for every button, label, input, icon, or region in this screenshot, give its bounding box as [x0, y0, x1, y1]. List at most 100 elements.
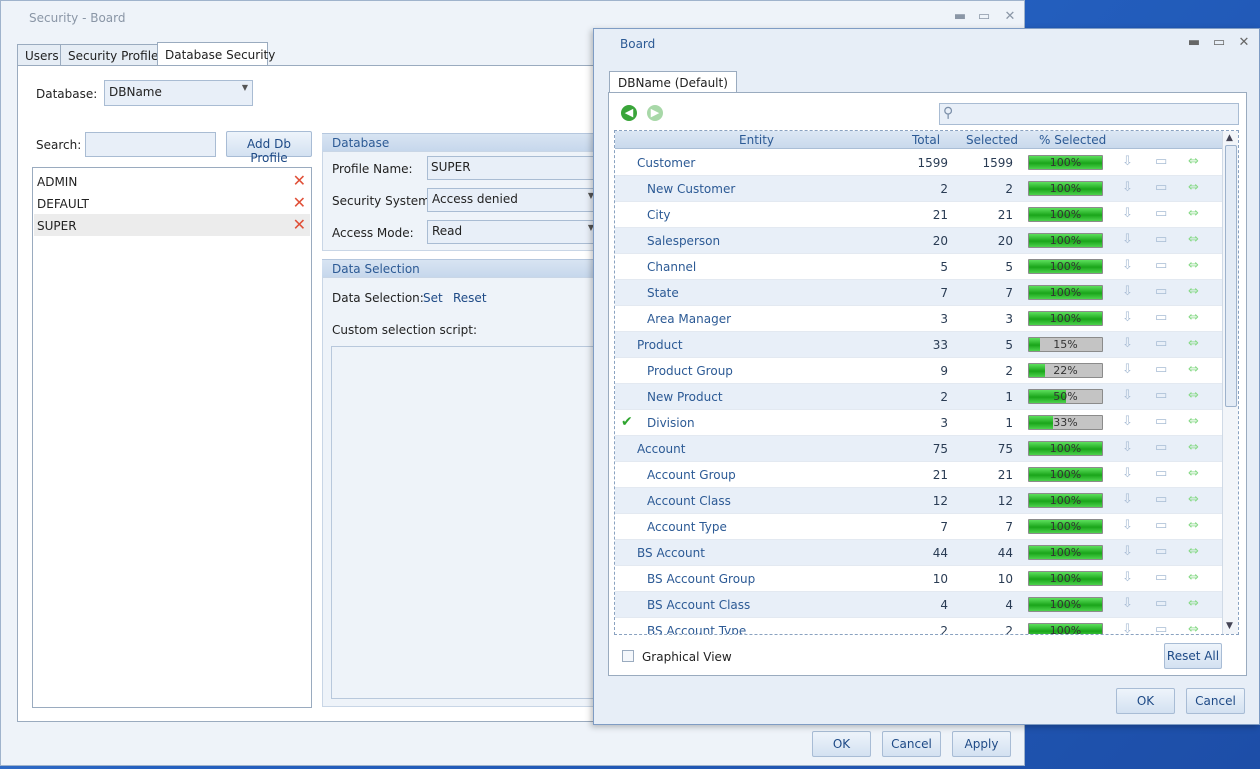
download-arrow-icon[interactable]: ⇩ — [1122, 518, 1133, 533]
profile-name-field[interactable]: SUPER — [427, 156, 599, 180]
scroll-up-icon[interactable]: ▲ — [1226, 133, 1233, 143]
tab-dbname-default[interactable]: DBName (Default) — [609, 71, 737, 93]
custom-script-textarea[interactable] — [331, 346, 611, 699]
back-arrow-icon[interactable]: ◀ — [621, 105, 637, 121]
double-arrow-icon[interactable]: ⇔ — [1188, 622, 1199, 634]
camera-icon[interactable]: ▭ — [1155, 596, 1167, 611]
camera-icon[interactable]: ▭ — [1155, 310, 1167, 325]
grid-row[interactable]: Product 33 5 15% ⇩ ▭ ⇔ — [615, 332, 1222, 358]
double-arrow-icon[interactable]: ⇔ — [1188, 570, 1199, 585]
add-db-profile-button[interactable]: Add Db Profile — [226, 131, 312, 165]
maximize-icon[interactable]: ▭ — [976, 9, 992, 24]
grid-row[interactable]: City 21 21 100% ⇩ ▭ ⇔ — [615, 202, 1222, 228]
grid-row[interactable]: New Customer 2 2 100% ⇩ ▭ ⇔ — [615, 176, 1222, 202]
download-arrow-icon[interactable]: ⇩ — [1122, 284, 1133, 299]
profile-item-default[interactable]: DEFAULT ✕ — [34, 192, 310, 214]
download-arrow-icon[interactable]: ⇩ — [1122, 154, 1133, 169]
camera-icon[interactable]: ▭ — [1155, 518, 1167, 533]
double-arrow-icon[interactable]: ⇔ — [1188, 284, 1199, 299]
delete-icon[interactable]: ✕ — [293, 193, 306, 212]
grid-row[interactable]: Account Group 21 21 100% ⇩ ▭ ⇔ — [615, 462, 1222, 488]
forward-arrow-icon[interactable]: ▶ — [647, 105, 663, 121]
board-ok-button[interactable]: OK — [1116, 688, 1175, 714]
camera-icon[interactable]: ▭ — [1155, 570, 1167, 585]
grid-row[interactable]: BS Account 44 44 100% ⇩ ▭ ⇔ — [615, 540, 1222, 566]
grid-row[interactable]: New Product 2 1 50% ⇩ ▭ ⇔ — [615, 384, 1222, 410]
grid-row[interactable]: Account Class 12 12 100% ⇩ ▭ ⇔ — [615, 488, 1222, 514]
grid-vertical-scrollbar[interactable]: ▲ ▼ — [1222, 131, 1238, 634]
download-arrow-icon[interactable]: ⇩ — [1122, 440, 1133, 455]
tab-security-profiles[interactable]: Security Profiles — [60, 44, 165, 66]
download-arrow-icon[interactable]: ⇩ — [1122, 388, 1133, 403]
grid-row[interactable]: ✔ Division 3 1 33% ⇩ ▭ ⇔ — [615, 410, 1222, 436]
download-arrow-icon[interactable]: ⇩ — [1122, 622, 1133, 634]
database-select[interactable]: DBName ▼ — [104, 80, 253, 106]
download-arrow-icon[interactable]: ⇩ — [1122, 336, 1133, 351]
reset-link[interactable]: Reset — [453, 291, 487, 305]
reset-all-button[interactable]: Reset All — [1164, 643, 1222, 669]
double-arrow-icon[interactable]: ⇔ — [1188, 310, 1199, 325]
grid-row[interactable]: Area Manager 3 3 100% ⇩ ▭ ⇔ — [615, 306, 1222, 332]
camera-icon[interactable]: ▭ — [1155, 362, 1167, 377]
camera-icon[interactable]: ▭ — [1155, 466, 1167, 481]
entity-search-input[interactable]: ⚲ — [939, 103, 1239, 125]
double-arrow-icon[interactable]: ⇔ — [1188, 518, 1199, 533]
grid-row[interactable]: BS Account Group 10 10 100% ⇩ ▭ ⇔ — [615, 566, 1222, 592]
minimize-icon[interactable]: ▬ — [952, 9, 968, 24]
camera-icon[interactable]: ▭ — [1155, 414, 1167, 429]
access-mode-select[interactable]: Read ▼ — [427, 220, 599, 244]
col-pct-selected[interactable]: % Selected — [1039, 133, 1106, 147]
download-arrow-icon[interactable]: ⇩ — [1122, 310, 1133, 325]
camera-icon[interactable]: ▭ — [1155, 284, 1167, 299]
camera-icon[interactable]: ▭ — [1155, 258, 1167, 273]
download-arrow-icon[interactable]: ⇩ — [1122, 544, 1133, 559]
delete-icon[interactable]: ✕ — [293, 171, 306, 190]
camera-icon[interactable]: ▭ — [1155, 154, 1167, 169]
close-icon[interactable]: ✕ — [1002, 9, 1018, 24]
grid-row[interactable]: BS Account Type 2 2 100% ⇩ ▭ ⇔ — [615, 618, 1222, 634]
security-system-select[interactable]: Access denied ▼ — [427, 188, 599, 212]
graphical-view-checkbox[interactable] — [622, 650, 634, 662]
download-arrow-icon[interactable]: ⇩ — [1122, 414, 1133, 429]
download-arrow-icon[interactable]: ⇩ — [1122, 596, 1133, 611]
board-cancel-button[interactable]: Cancel — [1186, 688, 1245, 714]
camera-icon[interactable]: ▭ — [1155, 388, 1167, 403]
col-selected[interactable]: Selected — [966, 133, 1018, 147]
set-link[interactable]: Set — [423, 291, 443, 305]
double-arrow-icon[interactable]: ⇔ — [1188, 154, 1199, 169]
download-arrow-icon[interactable]: ⇩ — [1122, 206, 1133, 221]
download-arrow-icon[interactable]: ⇩ — [1122, 362, 1133, 377]
profile-search-input[interactable] — [85, 132, 216, 157]
close-icon[interactable]: ✕ — [1236, 35, 1252, 50]
grid-row[interactable]: BS Account Class 4 4 100% ⇩ ▭ ⇔ — [615, 592, 1222, 618]
download-arrow-icon[interactable]: ⇩ — [1122, 232, 1133, 247]
grid-row[interactable]: State 7 7 100% ⇩ ▭ ⇔ — [615, 280, 1222, 306]
double-arrow-icon[interactable]: ⇔ — [1188, 596, 1199, 611]
double-arrow-icon[interactable]: ⇔ — [1188, 440, 1199, 455]
download-arrow-icon[interactable]: ⇩ — [1122, 466, 1133, 481]
camera-icon[interactable]: ▭ — [1155, 206, 1167, 221]
maximize-icon[interactable]: ▭ — [1211, 35, 1227, 50]
grid-row[interactable]: Account 75 75 100% ⇩ ▭ ⇔ — [615, 436, 1222, 462]
grid-row[interactable]: Account Type 7 7 100% ⇩ ▭ ⇔ — [615, 514, 1222, 540]
camera-icon[interactable]: ▭ — [1155, 544, 1167, 559]
delete-icon[interactable]: ✕ — [293, 215, 306, 234]
grid-row[interactable]: Channel 5 5 100% ⇩ ▭ ⇔ — [615, 254, 1222, 280]
double-arrow-icon[interactable]: ⇔ — [1188, 180, 1199, 195]
camera-icon[interactable]: ▭ — [1155, 232, 1167, 247]
camera-icon[interactable]: ▭ — [1155, 622, 1167, 634]
double-arrow-icon[interactable]: ⇔ — [1188, 258, 1199, 273]
double-arrow-icon[interactable]: ⇔ — [1188, 232, 1199, 247]
col-total[interactable]: Total — [912, 133, 940, 147]
double-arrow-icon[interactable]: ⇔ — [1188, 388, 1199, 403]
grid-row[interactable]: Customer 1599 1599 100% ⇩ ▭ ⇔ — [615, 150, 1222, 176]
scroll-down-icon[interactable]: ▼ — [1226, 621, 1233, 631]
download-arrow-icon[interactable]: ⇩ — [1122, 180, 1133, 195]
profile-item-super[interactable]: SUPER ✕ — [34, 214, 310, 236]
download-arrow-icon[interactable]: ⇩ — [1122, 570, 1133, 585]
grid-row[interactable]: Salesperson 20 20 100% ⇩ ▭ ⇔ — [615, 228, 1222, 254]
double-arrow-icon[interactable]: ⇔ — [1188, 362, 1199, 377]
camera-icon[interactable]: ▭ — [1155, 180, 1167, 195]
tab-users[interactable]: Users — [17, 44, 61, 66]
double-arrow-icon[interactable]: ⇔ — [1188, 466, 1199, 481]
